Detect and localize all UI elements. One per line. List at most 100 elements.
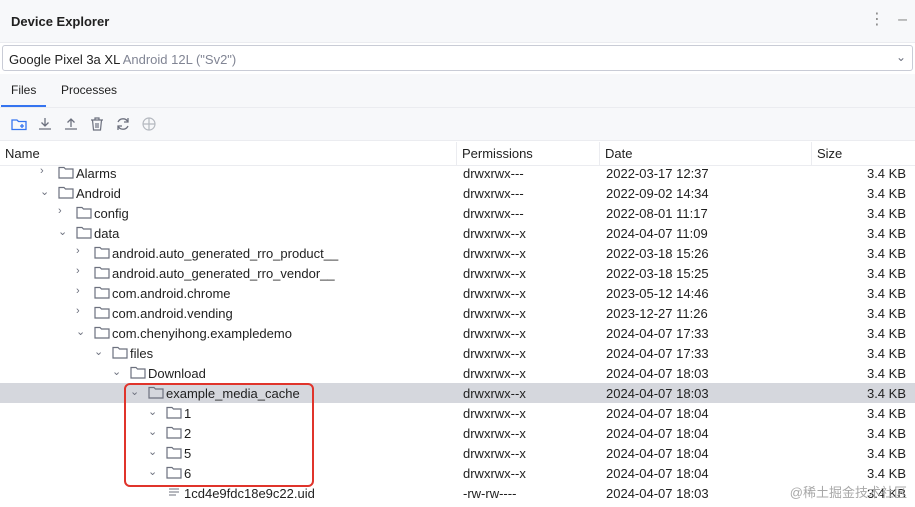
item-name: Alarms — [76, 166, 117, 181]
column-size[interactable]: Size — [817, 146, 842, 161]
chevron-down-icon[interactable]: ⌄ — [130, 385, 142, 399]
tree-row-folder[interactable]: › Alarms drwxrwx--- 2022-03-17 12:37 3.4 KB — [0, 163, 915, 183]
more-options-icon[interactable]: ⋮ — [869, 11, 885, 29]
chevron-right-icon[interactable]: › — [58, 205, 70, 219]
chevron-right-icon[interactable]: › — [76, 245, 88, 259]
delete-icon[interactable] — [88, 115, 106, 133]
column-date[interactable]: Date — [605, 146, 632, 161]
chevron-down-icon[interactable]: ⌄ — [896, 50, 906, 64]
chevron-right-icon[interactable]: › — [76, 305, 88, 319]
item-size: 3.4 KB — [866, 446, 906, 461]
tree-row-folder[interactable]: ⌄ 2 drwxrwx--x 2024-04-07 18:04 3.4 KB — [0, 423, 915, 443]
new-folder-icon[interactable] — [10, 115, 28, 133]
column-divider[interactable] — [599, 142, 600, 165]
download-icon[interactable] — [36, 115, 54, 133]
chevron-right-icon[interactable]: › — [76, 265, 88, 279]
column-permissions[interactable]: Permissions — [462, 146, 533, 161]
folder-icon — [94, 306, 110, 319]
file-icon — [166, 486, 182, 499]
item-size: 3.4 KB — [866, 326, 906, 341]
tree-row-folder[interactable]: ⌄ Android drwxrwx--- 2022-09-02 14:34 3.4 KB — [0, 183, 915, 203]
item-size: 3.4 KB — [866, 426, 906, 441]
chevron-down-icon[interactable]: ⌄ — [76, 325, 88, 339]
device-version: Android 12L ("Sv2") — [122, 52, 237, 67]
tree-row-folder[interactable]: ⌄ Download drwxrwx--x 2024-04-07 18:03 3.4 K… — [0, 363, 915, 383]
folder-icon — [58, 186, 74, 199]
chevron-right-icon[interactable]: › — [40, 165, 52, 179]
folder-icon — [148, 386, 164, 399]
watermark: @稀土掘金技术社区 — [789, 485, 907, 500]
item-name: Download — [148, 366, 206, 381]
tree-row-folder[interactable]: ⌄ 5 drwxrwx--x 2024-04-07 18:04 3.4 KB — [0, 443, 915, 463]
folder-icon — [166, 446, 182, 459]
device-selector[interactable]: Google Pixel 3a XL Android 12L ("Sv2") ⌄ — [2, 45, 913, 71]
item-size: 3.4 KB — [866, 346, 906, 361]
item-name: com.android.chrome — [112, 286, 231, 301]
window-title: Device Explorer — [11, 14, 110, 29]
folder-icon — [94, 326, 110, 339]
item-permissions: drwxrwx--x — [463, 246, 526, 261]
chevron-down-icon[interactable]: ⌄ — [94, 345, 106, 359]
refresh-icon[interactable] — [114, 115, 132, 133]
chevron-down-icon[interactable]: ⌄ — [58, 225, 70, 239]
item-name: com.chenyihong.exampledemo — [112, 326, 292, 341]
chevron-down-icon[interactable]: ⌄ — [148, 425, 160, 439]
item-date: 2022-09-02 14:34 — [606, 186, 709, 201]
chevron-down-icon[interactable]: ⌄ — [40, 185, 52, 199]
sync-icon[interactable] — [140, 115, 158, 133]
item-permissions: drwxrwx--x — [463, 226, 526, 241]
item-date: 2022-03-18 15:25 — [606, 266, 709, 281]
folder-icon — [94, 286, 110, 299]
tree-row-folder[interactable]: › com.android.vending drwxrwx--x 2023-12-27… — [0, 303, 915, 323]
item-date: 2024-04-07 18:04 — [606, 446, 709, 461]
tree-row-folder[interactable]: › android.auto_generated_rro_product__ drw… — [0, 243, 915, 263]
tree-row-folder[interactable]: ⌄ example_media_cache drwxrwx--x 2024-04-07… — [0, 383, 915, 403]
toolbar — [0, 108, 915, 141]
item-permissions: drwxrwx--x — [463, 266, 526, 281]
tree-row-file[interactable]: 1cd4e9fdc18e9c22.uid -rw-rw---- 2024-04-07… — [0, 483, 915, 503]
tab-files[interactable]: Files — [0, 83, 47, 107]
item-permissions: drwxrwx--- — [463, 206, 524, 221]
folder-icon — [166, 466, 182, 479]
item-date: 2022-03-18 15:26 — [606, 246, 709, 261]
item-name: 6 — [184, 466, 192, 481]
item-permissions: drwxrwx--- — [463, 166, 524, 181]
item-date: 2024-04-07 11:09 — [606, 226, 708, 241]
item-name: 1cd4e9fdc18e9c22.uid — [184, 486, 315, 501]
chevron-right-icon[interactable]: › — [76, 285, 88, 299]
tree-row-folder[interactable]: ⌄ 6 drwxrwx--x 2024-04-07 18:04 3.4 KB — [0, 463, 915, 483]
tab-bar: Files Processes — [0, 74, 915, 108]
item-name: Android — [76, 186, 121, 201]
device-name: Google Pixel 3a XL — [9, 52, 120, 67]
minimize-icon[interactable]: – — [898, 11, 907, 29]
chevron-down-icon[interactable]: ⌄ — [148, 405, 160, 419]
item-size: 3.4 KB — [866, 306, 906, 321]
chevron-down-icon[interactable]: ⌄ — [148, 445, 160, 459]
item-date: 2024-04-07 18:04 — [606, 466, 709, 481]
tree-row-folder[interactable]: ⌄ 1 drwxrwx--x 2024-04-07 18:04 3.4 KB — [0, 403, 915, 423]
item-permissions: drwxrwx--x — [463, 426, 526, 441]
tree-row-folder[interactable]: › android.auto_generated_rro_vendor__ drwx… — [0, 263, 915, 283]
item-date: 2024-04-07 18:03 — [606, 366, 709, 381]
item-size: 3.4 KB — [866, 206, 906, 221]
upload-icon[interactable] — [62, 115, 80, 133]
item-size: 3.4 KB — [866, 386, 906, 401]
column-divider[interactable] — [811, 142, 812, 165]
tree-row-folder[interactable]: ⌄ files drwxrwx--x 2024-04-07 17:33 3.4 KB — [0, 343, 915, 363]
folder-icon — [58, 166, 74, 179]
chevron-down-icon[interactable]: ⌄ — [112, 365, 124, 379]
tree-row-folder[interactable]: ⌄ com.chenyihong.exampledemo drwxrwx--x 202… — [0, 323, 915, 343]
folder-icon — [166, 426, 182, 439]
tree-row-folder[interactable]: › com.android.chrome drwxrwx--x 2023-05-12 … — [0, 283, 915, 303]
chevron-down-icon[interactable]: ⌄ — [148, 465, 160, 479]
column-name[interactable]: Name — [5, 146, 40, 161]
folder-icon — [166, 406, 182, 419]
tree-row-folder[interactable]: › config drwxrwx--- 2022-08-01 11:17 3.4 KB — [0, 203, 915, 223]
item-permissions: drwxrwx--x — [463, 406, 526, 421]
tab-processes[interactable]: Processes — [61, 83, 117, 97]
item-date: 2022-08-01 11:17 — [606, 206, 708, 221]
column-divider[interactable] — [456, 142, 457, 165]
tree-row-folder[interactable]: ⌄ data drwxrwx--x 2024-04-07 11:09 3.4 KB — [0, 223, 915, 243]
item-name: android.auto_generated_rro_product__ — [112, 246, 339, 261]
item-name: data — [94, 226, 120, 241]
